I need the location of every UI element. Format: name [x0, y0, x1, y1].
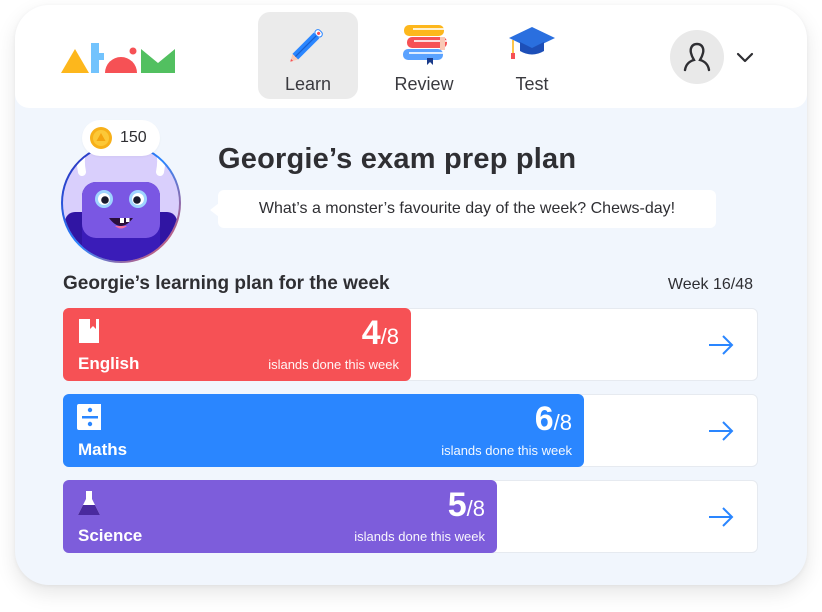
subject-name: Science: [78, 526, 143, 545]
progress-score: 5 /8: [448, 486, 485, 525]
subject-name: Maths: [78, 440, 128, 459]
progress-fill: English 4 /8 islands done this week: [63, 308, 411, 381]
nav-tab-review[interactable]: Review: [374, 12, 474, 99]
subject-row-science[interactable]: Science 5 /8 islands done this week: [63, 480, 758, 553]
subject-row-english[interactable]: English 4 /8 islands done this week: [63, 308, 758, 381]
books-icon: [403, 25, 447, 65]
pencil-icon: [290, 29, 323, 62]
user-icon: [683, 42, 711, 72]
nav-tab-test[interactable]: Test: [482, 12, 582, 99]
user-avatar-button[interactable]: [670, 30, 724, 84]
progress-score: 4 /8: [362, 314, 399, 353]
islands-done: 4: [361, 314, 381, 352]
progress-caption: islands done this week: [354, 529, 485, 544]
arrow-right-icon[interactable]: [707, 505, 735, 529]
progress-fill: Maths 6 /8 islands done this week: [63, 394, 584, 467]
arrow-right-icon[interactable]: [707, 419, 735, 443]
coin-balance-badge[interactable]: 150: [82, 120, 160, 156]
nav-label: Test: [515, 74, 549, 94]
progress-fill: Science 5 /8 islands done this week: [63, 480, 497, 553]
subject-name: English: [78, 354, 140, 373]
arrow-right-icon[interactable]: [707, 333, 735, 357]
app-card: Learn Review Test 150 Georgie’s exam pre…: [15, 5, 807, 585]
flask-icon: [78, 491, 100, 515]
coin-icon: [90, 127, 112, 149]
islands-done: 5: [447, 486, 467, 524]
subject-row-maths[interactable]: Maths 6 /8 islands done this week: [63, 394, 758, 467]
progress-caption: islands done this week: [268, 357, 399, 372]
islands-total: /8: [466, 496, 485, 521]
islands-total: /8: [553, 410, 572, 435]
page-title: Georgie’s exam prep plan: [218, 143, 577, 175]
islands-total: /8: [380, 324, 399, 349]
progress-score: 6 /8: [535, 400, 572, 439]
top-nav-bar: Learn Review Test: [15, 5, 807, 108]
book-icon: [79, 319, 99, 343]
graduation-cap-icon: [509, 27, 555, 59]
divide-icon: [77, 404, 101, 430]
monster-avatar: [61, 143, 181, 263]
nav-label: Learn: [284, 74, 332, 94]
nav-label: Review: [394, 74, 454, 94]
chevron-down-icon[interactable]: [733, 45, 757, 69]
week-counter: Week 16/48: [667, 276, 753, 293]
islands-done: 6: [534, 400, 554, 438]
joke-speech-bubble: What’s a monster’s favourite day of the …: [210, 190, 716, 228]
joke-text: What’s a monster’s favourite day of the …: [258, 200, 676, 217]
plan-section-title: Georgie’s learning plan for the week: [63, 273, 390, 294]
nav-tab-learn[interactable]: Learn: [258, 12, 358, 99]
coin-count: 150: [120, 129, 147, 146]
progress-caption: islands done this week: [441, 443, 572, 458]
